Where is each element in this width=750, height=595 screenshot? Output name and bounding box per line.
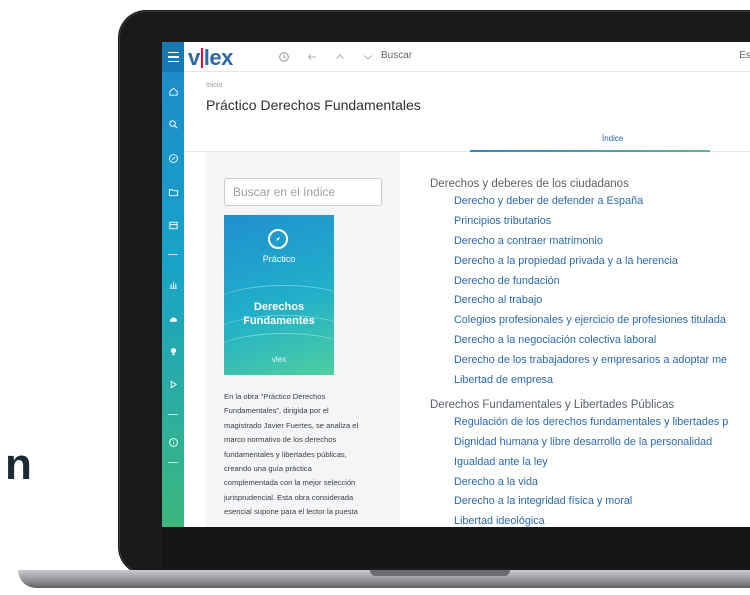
home-icon[interactable] (162, 82, 184, 100)
index-item[interactable]: Derecho a la propiedad privada y a la he… (430, 255, 750, 275)
description-line: En la obra “Práctico Derechos (224, 392, 326, 401)
compass-icon[interactable] (162, 149, 184, 167)
cover-wave (224, 333, 334, 373)
active-tab-underline (470, 150, 710, 152)
cover-series: Práctico (262, 254, 296, 264)
nav-rail (162, 42, 184, 527)
cloud-icon[interactable] (162, 310, 184, 328)
tab-bar: Índice (184, 128, 750, 152)
breadcrumb[interactable]: Inicio (206, 82, 222, 89)
language-selector[interactable]: Espa (739, 50, 750, 61)
index-item[interactable]: Derecho a la negociación colectiva labor… (430, 334, 750, 354)
book-icon[interactable] (162, 216, 184, 234)
top-search-input[interactable]: Buscar (381, 50, 412, 61)
index-item[interactable]: Derecho a contraer matrimonio (430, 235, 750, 255)
index-section-heading[interactable]: Derechos y deberes de los ciudadanos (430, 178, 750, 195)
compass-icon (268, 229, 288, 249)
description-line: complementada con la mejor selección (224, 478, 356, 488)
index-item[interactable]: Dignidad humana y libre desarrollo de la… (430, 436, 750, 456)
bulb-icon[interactable] (162, 342, 184, 360)
folder-icon[interactable] (162, 183, 184, 201)
index-section-heading[interactable]: Derechos Fundamentales y Libertades Públ… (430, 399, 750, 416)
cover-publisher: vlex (271, 355, 287, 364)
index-item[interactable]: Igualdad ante la ley (430, 456, 750, 476)
play-icon[interactable] (162, 375, 184, 393)
page-title: Práctico Derechos Fundamentales (206, 97, 421, 113)
index-item[interactable]: Principios tributarios (430, 215, 750, 235)
index-item[interactable]: Derecho de fundación (430, 275, 750, 295)
index-item[interactable]: Regulación de los derechos fundamentales… (430, 416, 750, 436)
stage: n v lex Buscar Es Inicio Práctico Derech… (0, 0, 750, 595)
index-item[interactable]: Libertad ideológica (430, 515, 750, 527)
cover-title-line: Derechos (253, 301, 305, 313)
rail-divider (168, 254, 178, 255)
index-item[interactable]: Derecho a la vida (430, 476, 750, 496)
index-item[interactable]: Colegios profesionales y ejercicio de pr… (430, 314, 750, 334)
index-item[interactable]: Derecho al trabajo (430, 294, 750, 314)
index-search-input[interactable]: Buscar en el índice (224, 178, 382, 206)
top-bar (184, 42, 750, 72)
book-cover[interactable]: Práctico Derechos Fundamentes vlex (224, 215, 334, 375)
laptop-notch (370, 570, 510, 576)
index-item[interactable]: Libertad de empresa (430, 374, 750, 394)
menu-icon[interactable] (162, 42, 184, 72)
history-icon[interactable] (276, 49, 292, 65)
info-icon[interactable] (162, 433, 184, 451)
laptop-chin (162, 527, 750, 567)
chevron-down-icon[interactable] (360, 49, 376, 65)
app-screen: vlex Buscar Espa Inicio Práctico Derecho… (162, 42, 750, 527)
description-line: jurisprudencial. Esta obra considerada (224, 492, 354, 502)
rail-divider (168, 414, 178, 415)
index-item[interactable]: Derecho y deber de defender a España (430, 195, 750, 215)
rail-divider (168, 462, 178, 463)
index-item[interactable]: Derecho de los trabajadores y empresario… (430, 354, 750, 374)
book-description: En la obra “Práctico Derechos Fundamenta… (224, 390, 390, 520)
back-arrow-icon[interactable] (304, 49, 320, 65)
cover-title-line: Fundamentes (243, 315, 315, 327)
description-line: fundamentales y libertades públicas, (224, 449, 347, 459)
brand-logo[interactable]: v lex (188, 45, 233, 71)
search-icon[interactable] (162, 115, 184, 133)
description-line: esencial supone para el lector la puesta (224, 507, 358, 517)
backdrop-text: n (5, 440, 32, 489)
chevron-up-icon[interactable] (332, 49, 348, 65)
description-line: Fundamentales”, dirigida por el (224, 406, 329, 416)
description-line: marco normativo de los derechos (224, 435, 337, 445)
index-item[interactable]: Derecho a la integridad física y moral (430, 495, 750, 515)
tab-indice[interactable]: Índice (602, 134, 623, 143)
index-list: Derechos y deberes de los ciudadanos Der… (430, 178, 750, 527)
cover-title: Derechos Fundamentes (224, 300, 334, 328)
chart-icon[interactable] (162, 275, 184, 293)
description-line: creando una guía práctica (224, 464, 312, 474)
description-line: magistrado Javier Fuertes, se analiza el (224, 420, 359, 430)
